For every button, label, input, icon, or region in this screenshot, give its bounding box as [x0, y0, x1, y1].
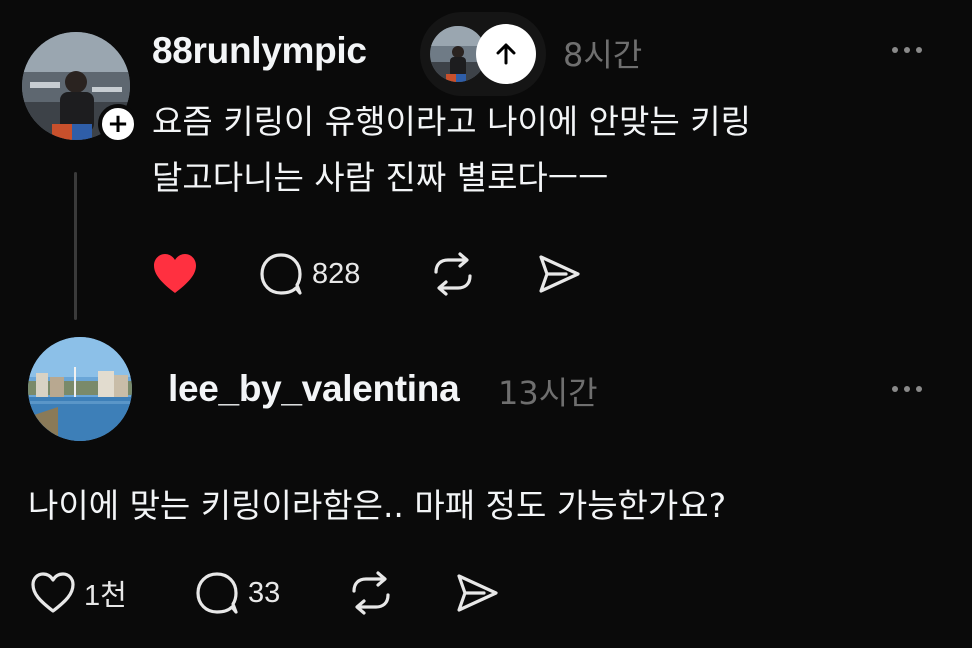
reply-like-button[interactable]: 1천	[30, 571, 127, 615]
post-comment-button[interactable]: 828	[258, 252, 360, 296]
post-repost-button[interactable]	[430, 252, 476, 296]
reply-repost-button[interactable]	[348, 571, 394, 615]
post-author-username[interactable]: 88runlympic	[152, 30, 367, 72]
reply-text: 나이에 맞는 키링이라함은.. 마패 정도 가능한가요?	[28, 486, 727, 525]
reply-comment-button[interactable]: 33	[194, 571, 280, 615]
repost-icon	[352, 571, 390, 615]
reply-like-count: 1천	[84, 580, 127, 612]
thread-connector-line	[74, 172, 77, 320]
heart-filled-icon	[154, 254, 196, 293]
reply-comment-count: 33	[248, 576, 281, 609]
heart-outline-icon	[31, 572, 75, 613]
reply-timestamp: 13시간	[498, 374, 598, 412]
post-text-line2: 달고다니는 사람 진짜 별로다ㅡㅡ	[152, 158, 609, 197]
post-share-button[interactable]	[536, 252, 582, 296]
threads-feed: + 88runlympic 8시간 요즘 키링이 유행이라고 나이에 안맞는 키…	[0, 0, 972, 648]
share-icon	[539, 255, 580, 293]
post-more-icon[interactable]	[892, 47, 922, 53]
reply-more-icon[interactable]	[892, 386, 922, 392]
repost-icon	[434, 252, 472, 296]
follow-plus-icon[interactable]: +	[98, 104, 138, 144]
comment-icon	[260, 253, 302, 295]
reply-author-username[interactable]: lee_by_valentina	[168, 368, 460, 410]
post-like-button[interactable]	[152, 252, 198, 296]
post-text-line1: 요즘 키링이 유행이라고 나이에 안맞는 키링	[152, 102, 751, 141]
share-icon	[457, 574, 498, 612]
post-comment-count: 828	[312, 257, 361, 290]
post-timestamp: 8시간	[563, 36, 643, 74]
comment-icon	[196, 572, 238, 614]
new-posts-pill[interactable]	[420, 12, 546, 96]
reply-author-avatar[interactable]	[28, 337, 132, 441]
reply-share-button[interactable]	[454, 571, 500, 615]
arrow-up-icon[interactable]	[476, 24, 536, 84]
